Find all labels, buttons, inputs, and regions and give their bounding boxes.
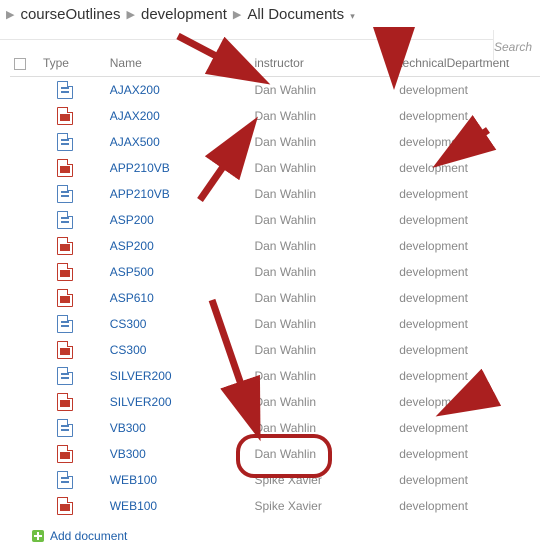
table-row[interactable]: AJAX200 Dan Wahlin development [10, 103, 540, 129]
document-name-link[interactable]: ASP200 [110, 239, 154, 253]
department-cell: development [399, 395, 468, 409]
department-cell: development [399, 213, 468, 227]
department-cell: development [399, 473, 468, 487]
pdf-file-icon [57, 289, 73, 307]
instructor-cell: Dan Wahlin [254, 317, 316, 331]
instructor-cell: Dan Wahlin [254, 135, 316, 149]
chevron-right-icon: ▶ [233, 8, 241, 21]
select-all-checkbox[interactable] [14, 58, 26, 70]
word-file-icon [57, 315, 73, 333]
department-cell: development [399, 83, 468, 97]
table-row[interactable]: CS300 Dan Wahlin development [10, 311, 540, 337]
breadcrumb-view-label: All Documents [247, 6, 344, 23]
search-input[interactable]: Search [493, 30, 540, 60]
word-file-icon [57, 367, 73, 385]
table-row[interactable]: AJAX200 Dan Wahlin development [10, 77, 540, 104]
department-cell: development [399, 187, 468, 201]
annotation-highlight-oval [236, 434, 332, 478]
pdf-file-icon [57, 341, 73, 359]
instructor-cell: Dan Wahlin [254, 161, 316, 175]
department-cell: development [399, 447, 468, 461]
department-cell: development [399, 109, 468, 123]
department-cell: development [399, 239, 468, 253]
document-name-link[interactable]: VB300 [110, 447, 146, 461]
instructor-cell: Dan Wahlin [254, 187, 316, 201]
table-row[interactable]: ASP200 Dan Wahlin development [10, 233, 540, 259]
pdf-file-icon [57, 237, 73, 255]
document-name-link[interactable]: ASP200 [110, 213, 154, 227]
document-name-link[interactable]: ASP610 [110, 291, 154, 305]
document-name-link[interactable]: SILVER200 [110, 395, 172, 409]
table-row[interactable]: ASP500 Dan Wahlin development [10, 259, 540, 285]
table-row[interactable]: APP210VB Dan Wahlin development [10, 181, 540, 207]
table-row[interactable]: APP210VB Dan Wahlin development [10, 155, 540, 181]
document-name-link[interactable]: CS300 [110, 343, 147, 357]
department-cell: development [399, 265, 468, 279]
table-row[interactable]: ASP200 Dan Wahlin development [10, 207, 540, 233]
word-file-icon [57, 211, 73, 229]
department-cell: development [399, 421, 468, 435]
chevron-right-icon: ▶ [6, 8, 14, 21]
instructor-cell: Spike Xavier [254, 499, 321, 513]
column-header-name[interactable]: Name [106, 50, 251, 77]
document-name-link[interactable]: APP210VB [110, 161, 170, 175]
breadcrumb-item[interactable]: development [141, 6, 227, 23]
pdf-file-icon [57, 159, 73, 177]
table-row[interactable]: AJAX500 Dan Wahlin development [10, 129, 540, 155]
department-cell: development [399, 317, 468, 331]
table-row[interactable]: ASP610 Dan Wahlin development [10, 285, 540, 311]
document-name-link[interactable]: WEB100 [110, 473, 157, 487]
breadcrumb-view[interactable]: All Documents ▾ [247, 6, 354, 23]
word-file-icon [57, 133, 73, 151]
table-row[interactable]: SILVER200 Dan Wahlin development [10, 363, 540, 389]
instructor-cell: Dan Wahlin [254, 291, 316, 305]
instructor-cell: Dan Wahlin [254, 83, 316, 97]
department-cell: development [399, 291, 468, 305]
breadcrumb-item[interactable]: courseOutlines [20, 6, 120, 23]
document-name-link[interactable]: ASP500 [110, 265, 154, 279]
department-cell: development [399, 161, 468, 175]
breadcrumb: ▶ courseOutlines ▶ development ▶ All Doc… [0, 0, 540, 40]
document-name-link[interactable]: AJAX200 [110, 109, 160, 123]
department-cell: development [399, 499, 468, 513]
document-name-link[interactable]: VB300 [110, 421, 146, 435]
pdf-file-icon [57, 445, 73, 463]
chevron-right-icon: ▶ [127, 8, 135, 21]
instructor-cell: Dan Wahlin [254, 395, 316, 409]
chevron-down-icon: ▾ [348, 11, 355, 21]
document-name-link[interactable]: CS300 [110, 317, 147, 331]
table-row[interactable]: WEB100 Spike Xavier development [10, 493, 540, 519]
document-name-link[interactable]: APP210VB [110, 187, 170, 201]
word-file-icon [57, 81, 73, 99]
pdf-file-icon [57, 107, 73, 125]
word-file-icon [57, 419, 73, 437]
pdf-file-icon [57, 263, 73, 281]
pdf-file-icon [57, 393, 73, 411]
pdf-file-icon [57, 497, 73, 515]
department-cell: development [399, 369, 468, 383]
document-name-link[interactable]: AJAX200 [110, 83, 160, 97]
document-name-link[interactable]: AJAX500 [110, 135, 160, 149]
department-cell: development [399, 343, 468, 357]
instructor-cell: Dan Wahlin [254, 265, 316, 279]
instructor-cell: Dan Wahlin [254, 421, 316, 435]
column-header-type[interactable]: Type [39, 50, 106, 77]
document-name-link[interactable]: SILVER200 [110, 369, 172, 383]
plus-icon [32, 530, 44, 542]
word-file-icon [57, 471, 73, 489]
instructor-cell: Dan Wahlin [254, 369, 316, 383]
instructor-cell: Dan Wahlin [254, 239, 316, 253]
add-document-label: Add document [50, 529, 127, 543]
word-file-icon [57, 185, 73, 203]
instructor-cell: Dan Wahlin [254, 343, 316, 357]
add-document-button[interactable]: Add document [10, 519, 540, 547]
table-row[interactable]: SILVER200 Dan Wahlin development [10, 389, 540, 415]
department-cell: development [399, 135, 468, 149]
instructor-cell: Dan Wahlin [254, 213, 316, 227]
table-row[interactable]: CS300 Dan Wahlin development [10, 337, 540, 363]
document-name-link[interactable]: WEB100 [110, 499, 157, 513]
column-header-instructor[interactable]: instructor [250, 50, 395, 77]
instructor-cell: Dan Wahlin [254, 109, 316, 123]
